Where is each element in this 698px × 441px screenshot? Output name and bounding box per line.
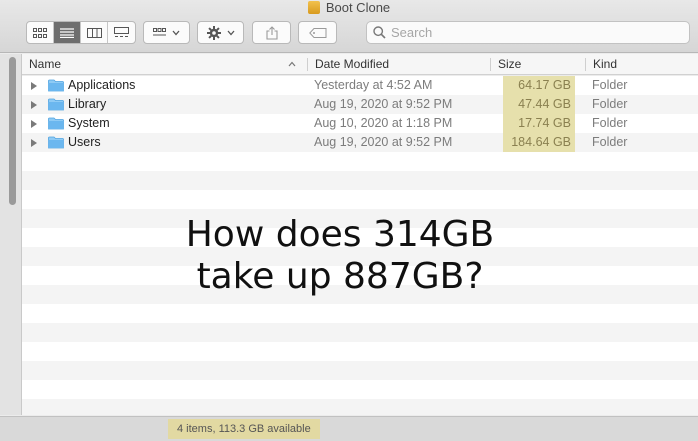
item-size: 184.64 GB — [503, 133, 575, 152]
item-date: Yesterday at 4:52 AM — [314, 78, 433, 92]
list-item[interactable]: Applications Yesterday at 4:52 AM 64.17 … — [22, 76, 698, 95]
item-date: Aug 19, 2020 at 9:52 PM — [314, 97, 453, 111]
item-kind: Folder — [592, 135, 628, 149]
share-button[interactable] — [252, 21, 291, 44]
columns-icon — [86, 27, 102, 38]
view-mode-control — [26, 21, 136, 44]
view-icons-button[interactable] — [27, 22, 54, 43]
item-kind: Folder — [592, 116, 628, 130]
item-date: Aug 10, 2020 at 1:18 PM — [314, 116, 453, 130]
list-item[interactable]: Library Aug 19, 2020 at 9:52 PM 47.44 GB… — [22, 95, 698, 114]
window-title: Boot Clone — [0, 0, 698, 16]
search-field[interactable] — [366, 21, 690, 44]
list-icon — [60, 27, 74, 38]
item-name: Library — [68, 97, 107, 111]
chevron-down-icon — [172, 30, 180, 35]
sort-ascending-icon[interactable] — [288, 61, 296, 67]
disclosure-triangle-icon[interactable] — [31, 120, 37, 128]
folder-icon — [48, 79, 64, 92]
status-bar: 4 items, 113.3 GB available — [0, 416, 698, 441]
chevron-down-icon — [227, 30, 234, 35]
column-name[interactable]: Name — [29, 54, 61, 75]
search-input[interactable] — [391, 25, 681, 40]
column-header: Name Date Modified Size Kind — [22, 54, 698, 75]
column-kind[interactable]: Kind — [593, 54, 617, 75]
drive-icon — [307, 1, 320, 14]
vertical-scrollbar[interactable] — [9, 57, 16, 205]
item-name: Applications — [68, 78, 136, 92]
column-separator[interactable] — [307, 58, 308, 71]
column-size[interactable]: Size — [498, 54, 521, 75]
column-separator[interactable] — [585, 58, 586, 71]
group-by-button[interactable] — [143, 21, 190, 44]
window-title-text: Boot Clone — [325, 0, 391, 15]
item-kind: Folder — [592, 97, 628, 111]
disclosure-triangle-icon[interactable] — [31, 139, 37, 147]
group-grid-icon — [153, 28, 166, 36]
share-icon — [265, 25, 278, 40]
action-button[interactable] — [197, 21, 244, 44]
column-separator[interactable] — [490, 58, 491, 71]
item-name: System — [68, 116, 110, 130]
view-list-button[interactable] — [54, 22, 81, 43]
view-gallery-button[interactable] — [108, 22, 135, 43]
folder-icon — [48, 98, 64, 111]
list-item[interactable]: System Aug 10, 2020 at 1:18 PM 17.74 GB … — [22, 114, 698, 133]
view-columns-button[interactable] — [81, 22, 108, 43]
search-icon — [373, 26, 386, 39]
item-kind: Folder — [592, 78, 628, 92]
caption-line-1: How does 314GB — [185, 214, 495, 255]
item-date: Aug 19, 2020 at 9:52 PM — [314, 135, 453, 149]
grid-icon — [33, 27, 47, 38]
folder-icon — [48, 117, 64, 130]
list-item[interactable]: Users Aug 19, 2020 at 9:52 PM 184.64 GB … — [22, 133, 698, 152]
tags-button[interactable] — [298, 21, 337, 44]
item-name: Users — [68, 135, 101, 149]
disclosure-triangle-icon[interactable] — [31, 82, 37, 90]
toolbar: Boot Clone — [0, 0, 698, 53]
status-text: 4 items, 113.3 GB available — [168, 419, 320, 439]
item-size: 64.17 GB — [503, 76, 575, 95]
item-size: 47.44 GB — [503, 95, 575, 114]
caption-line-2: take up 887GB? — [196, 256, 484, 297]
overlay-caption: How does 314GB take up 887GB? — [140, 214, 540, 298]
tag-icon — [308, 27, 326, 38]
gallery-icon — [114, 27, 129, 37]
disclosure-triangle-icon[interactable] — [31, 101, 37, 109]
folder-icon — [48, 136, 64, 149]
column-date-modified[interactable]: Date Modified — [315, 54, 389, 75]
item-size: 17.74 GB — [503, 114, 575, 133]
gear-icon — [206, 25, 221, 40]
